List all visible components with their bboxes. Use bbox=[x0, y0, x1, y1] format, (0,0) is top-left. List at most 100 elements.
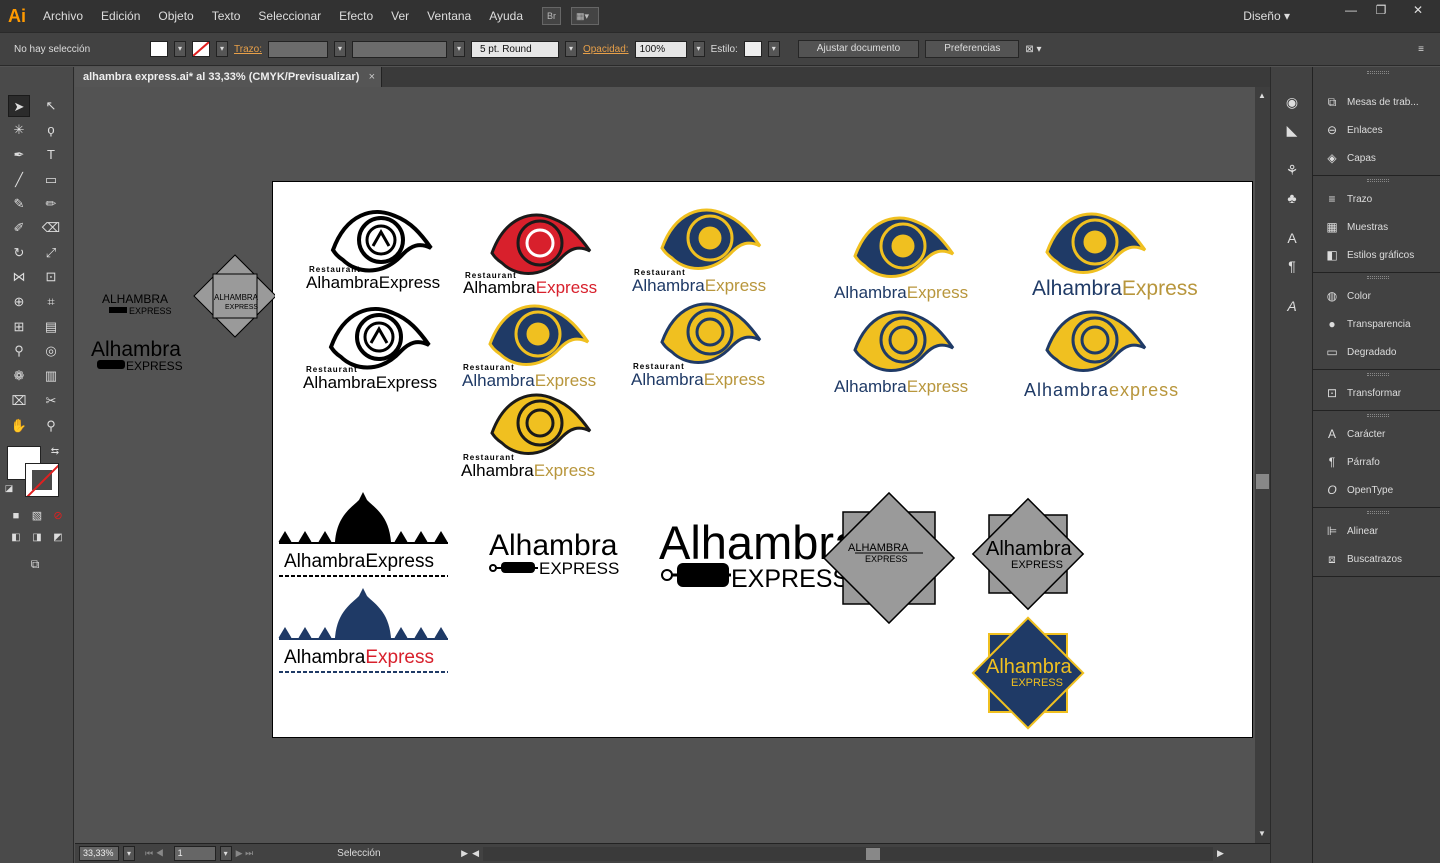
symbol-sprayer-tool-icon[interactable]: ❁ bbox=[8, 365, 30, 387]
fill-dropdown[interactable]: ▾ bbox=[174, 41, 186, 57]
stroke-swatch[interactable] bbox=[192, 41, 210, 57]
paragraph-styles-panel-icon[interactable]: ¶ bbox=[1281, 255, 1303, 277]
screen-mode-icon[interactable]: ⧉ bbox=[24, 553, 46, 575]
graphic-style-swatch[interactable] bbox=[743, 41, 762, 57]
eraser-tool-icon[interactable]: ⌫ bbox=[40, 217, 62, 239]
preferences-button[interactable]: Preferencias bbox=[925, 40, 1020, 58]
variable-width-profile[interactable] bbox=[351, 40, 447, 58]
menu-texto[interactable]: Texto bbox=[203, 0, 250, 32]
blob-brush-tool-icon[interactable]: ✐ bbox=[8, 217, 30, 239]
shape-builder-tool-icon[interactable]: ⊕ bbox=[8, 291, 30, 313]
artboard-tool-icon[interactable]: ⌧ bbox=[8, 390, 30, 412]
appearance-panel-icon[interactable]: ◉ bbox=[1281, 91, 1303, 113]
arrange-documents-button[interactable]: ▦▾ bbox=[571, 7, 600, 25]
brushes-panel-icon[interactable]: ⚘ bbox=[1281, 159, 1303, 181]
scroll-up-icon[interactable]: ▲ bbox=[1258, 91, 1266, 100]
first-artboard-icon[interactable]: ⏮ ◀ bbox=[145, 848, 164, 859]
horizontal-scrollbar[interactable] bbox=[483, 846, 1214, 861]
panel-transparency[interactable]: ● Transparencia bbox=[1313, 313, 1440, 335]
current-tool-status[interactable]: Selección bbox=[337, 848, 457, 859]
isolation-icon[interactable]: ⊠ ▾ bbox=[1025, 44, 1041, 55]
panel-layers[interactable]: ◈ Capas bbox=[1313, 147, 1440, 169]
artboard-dropdown[interactable]: ▾ bbox=[219, 846, 232, 861]
character-styles-panel-icon[interactable]: A bbox=[1281, 227, 1303, 249]
horizontal-scroll-thumb[interactable] bbox=[866, 847, 881, 860]
panel-color[interactable]: ◍ Color bbox=[1313, 285, 1440, 307]
blend-tool-icon[interactable]: ◎ bbox=[40, 340, 62, 362]
slice-tool-icon[interactable]: ✂ bbox=[40, 390, 62, 412]
menu-objeto[interactable]: Objeto bbox=[149, 0, 202, 32]
scroll-left-icon[interactable]: ◀ bbox=[472, 848, 479, 859]
menu-edicion[interactable]: Edición bbox=[92, 0, 149, 32]
style-dropdown[interactable]: ▾ bbox=[767, 41, 780, 57]
gradient-tool-icon[interactable]: ▤ bbox=[40, 316, 62, 338]
stroke-weight-dropdown[interactable]: ▾ bbox=[333, 41, 346, 57]
status-menu-icon[interactable]: ▶ bbox=[461, 848, 468, 859]
gradient-mode-icon[interactable]: ▧ bbox=[28, 507, 46, 525]
eyedropper-tool-icon[interactable]: ⚲ bbox=[8, 340, 30, 362]
pencil-tool-icon[interactable]: ✏ bbox=[40, 193, 62, 215]
panel-opentype[interactable]: O OpenType bbox=[1313, 479, 1440, 501]
brush-dropdown[interactable]: ▾ bbox=[564, 41, 577, 57]
vertical-scroll-thumb[interactable] bbox=[1256, 474, 1269, 489]
selection-tool-icon[interactable]: ➤ bbox=[8, 95, 30, 117]
direct-selection-tool-icon[interactable]: ↖ bbox=[40, 95, 62, 117]
mesh-tool-icon[interactable]: ⊞ bbox=[8, 316, 30, 338]
zoom-dropdown[interactable]: ▾ bbox=[123, 846, 135, 861]
paintbrush-tool-icon[interactable]: ✎ bbox=[8, 193, 30, 215]
none-mode-icon[interactable]: ⊘ bbox=[49, 507, 67, 525]
opacity-field[interactable]: 100% bbox=[634, 40, 687, 58]
stroke-label[interactable]: Trazo: bbox=[234, 44, 262, 55]
magic-wand-tool-icon[interactable]: ✳ bbox=[8, 119, 30, 141]
color-mode-icon[interactable]: ■ bbox=[7, 507, 25, 525]
rectangle-tool-icon[interactable]: ▭ bbox=[40, 169, 62, 191]
panel-pathfinder[interactable]: ⧈ Buscatrazos bbox=[1313, 548, 1440, 570]
free-transform-tool-icon[interactable]: ⊡ bbox=[40, 266, 62, 288]
menu-seleccionar[interactable]: Seleccionar bbox=[249, 0, 330, 32]
stroke-color-swatch[interactable] bbox=[25, 463, 59, 497]
draw-behind-icon[interactable]: ◨ bbox=[28, 529, 46, 547]
panel-swatches[interactable]: ▦ Muestras bbox=[1313, 216, 1440, 238]
width-tool-icon[interactable]: ⋈ bbox=[8, 266, 30, 288]
menu-ayuda[interactable]: Ayuda bbox=[480, 0, 532, 32]
panel-transform[interactable]: ⊡ Transformar bbox=[1313, 382, 1440, 404]
draw-normal-icon[interactable]: ◧ bbox=[7, 529, 25, 547]
menu-efecto[interactable]: Efecto bbox=[330, 0, 382, 32]
close-tab-icon[interactable]: × bbox=[369, 67, 375, 87]
perspective-grid-tool-icon[interactable]: ⌗ bbox=[40, 291, 62, 313]
panel-character[interactable]: A Carácter bbox=[1313, 423, 1440, 445]
stroke-dropdown[interactable]: ▾ bbox=[216, 41, 228, 57]
column-graph-tool-icon[interactable]: ▥ bbox=[40, 365, 62, 387]
artboard[interactable]: Restaurant AlhambraExpress Restaurant Al… bbox=[272, 181, 1253, 738]
scroll-right-icon[interactable]: ▶ bbox=[1217, 848, 1224, 859]
canvas[interactable]: Restaurant AlhambraExpress Restaurant Al… bbox=[75, 87, 1255, 843]
default-fill-stroke-icon[interactable]: ◪ bbox=[2, 481, 16, 495]
minimize-button[interactable]: — bbox=[1336, 0, 1366, 20]
workspace-switcher[interactable]: Diseño ▾ bbox=[1243, 0, 1290, 32]
rotate-tool-icon[interactable]: ↻ bbox=[8, 242, 30, 264]
hand-tool-icon[interactable]: ✋ bbox=[8, 415, 30, 437]
pen-tool-icon[interactable]: ✒ bbox=[8, 144, 30, 166]
restore-button[interactable]: ❐ bbox=[1366, 0, 1396, 20]
document-tab[interactable]: alhambra express.ai* al 33,33% (CMYK/Pre… bbox=[75, 67, 382, 87]
zoom-field[interactable]: 33,33% bbox=[79, 846, 119, 861]
document-setup-button[interactable]: Ajustar documento bbox=[797, 40, 920, 58]
menu-ver[interactable]: Ver bbox=[382, 0, 418, 32]
draw-inside-icon[interactable]: ◩ bbox=[49, 529, 67, 547]
line-tool-icon[interactable]: ╱ bbox=[8, 169, 30, 191]
opacity-label[interactable]: Opacidad: bbox=[583, 44, 629, 55]
swap-fill-stroke-icon[interactable]: ⇆ bbox=[44, 441, 66, 463]
scroll-down-icon[interactable]: ▼ bbox=[1258, 829, 1266, 838]
lasso-tool-icon[interactable]: ϙ bbox=[40, 119, 62, 141]
profile-dropdown[interactable]: ▾ bbox=[452, 41, 465, 57]
panel-menu-icon[interactable]: ≡ bbox=[1418, 44, 1424, 55]
panel-align[interactable]: ⊫ Alinear bbox=[1313, 520, 1440, 542]
brush-definition[interactable]: 5 pt. Round bbox=[470, 40, 559, 58]
panel-artboards[interactable]: ⧉ Mesas de trab... bbox=[1313, 91, 1440, 113]
glyphs-panel-icon[interactable]: A bbox=[1281, 295, 1303, 317]
vertical-scrollbar[interactable]: ▲ ▼ bbox=[1255, 87, 1270, 843]
stroke-weight-field[interactable] bbox=[267, 40, 328, 58]
panel-links[interactable]: ⊖ Enlaces bbox=[1313, 119, 1440, 141]
close-window-button[interactable]: ✕ bbox=[1396, 0, 1440, 20]
opacity-dropdown[interactable]: ▾ bbox=[692, 41, 705, 57]
